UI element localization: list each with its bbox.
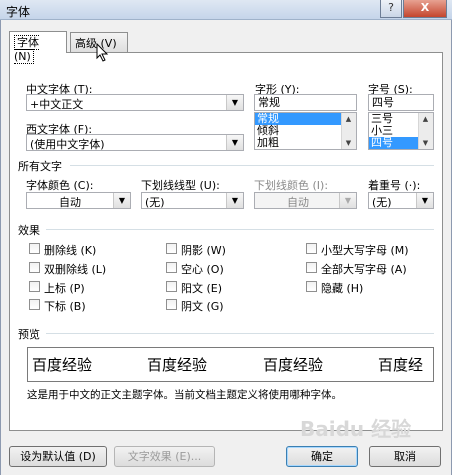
strikethrough-label[interactable]: 删除线 (K) — [44, 242, 96, 258]
close-button[interactable]: X — [403, 0, 447, 18]
preview-description: 这是用于中文的正文主题字体。当前文档主题定义将使用哪种字体。 — [27, 389, 342, 401]
chevron-down-icon[interactable]: ▼ — [226, 193, 243, 208]
scrollbar[interactable]: ▲ ▼ — [418, 113, 433, 149]
shadow-checkbox[interactable] — [166, 243, 177, 254]
font-size-list[interactable]: 三号 小三 四号 ▲ ▼ — [368, 112, 434, 150]
ok-button[interactable]: 确定 — [286, 446, 358, 467]
underline-style-combo[interactable]: (无) ▼ — [141, 192, 244, 209]
all-caps-label[interactable]: 全部大写字母 (A) — [321, 261, 407, 277]
outline-checkbox[interactable] — [166, 262, 177, 273]
mouse-cursor-icon — [96, 43, 109, 62]
emphasis-mark-value: (无) — [372, 196, 392, 209]
double-strikethrough-label[interactable]: 双删除线 (L) — [44, 261, 106, 277]
underline-color-label: 下划线颜色 (I): — [254, 179, 329, 192]
small-caps-checkbox[interactable] — [306, 243, 317, 254]
emboss-label[interactable]: 阳文 (E) — [181, 280, 222, 296]
preview-box: 百度经验 百度经验 百度经验 百度经 — [27, 347, 434, 382]
hidden-checkbox[interactable] — [306, 281, 317, 292]
font-size-input[interactable]: 四号 — [368, 94, 434, 111]
divider — [46, 229, 434, 230]
preview-sample: 百度经 — [378, 356, 424, 374]
cancel-button[interactable]: 取消 — [369, 446, 441, 467]
underline-style-value: (无) — [145, 196, 165, 209]
window-title: 字体 — [6, 5, 31, 19]
all-text-heading: 所有文字 — [18, 160, 62, 173]
watermark-logo: Baidu 经验 — [300, 417, 412, 441]
small-caps-label[interactable]: 小型大写字母 (M) — [321, 242, 409, 258]
hidden-label[interactable]: 隐藏 (H) — [321, 280, 363, 296]
superscript-label[interactable]: 上标 (P) — [44, 280, 85, 296]
strikethrough-checkbox[interactable] — [29, 243, 40, 254]
double-strikethrough-checkbox[interactable] — [29, 262, 40, 273]
superscript-checkbox[interactable] — [29, 281, 40, 292]
font-color-value: 自动 — [59, 196, 81, 209]
chevron-down-icon[interactable]: ▼ — [226, 95, 243, 110]
chevron-down-icon[interactable]: ▼ — [416, 193, 433, 208]
font-style-input[interactable]: 常规 — [254, 94, 357, 111]
scrollbar[interactable]: ▲ ▼ — [341, 113, 356, 149]
divider — [70, 165, 434, 166]
outline-label[interactable]: 空心 (O) — [181, 261, 224, 277]
set-default-button[interactable]: 设为默认值 (D) — [9, 446, 107, 467]
all-caps-checkbox[interactable] — [306, 262, 317, 273]
chevron-down-icon[interactable]: ▼ — [419, 137, 432, 149]
western-font-combo[interactable]: (使用中文字体) ▼ — [26, 134, 244, 151]
chevron-down-icon: ▼ — [339, 193, 356, 208]
help-button[interactable]: ? — [380, 0, 402, 18]
chevron-up-icon[interactable]: ▲ — [419, 113, 432, 125]
preview-sample: 百度经验 — [32, 356, 93, 374]
underline-color-value: 自动 — [287, 196, 309, 209]
tab-font[interactable]: 字体 (N) — [9, 31, 67, 64]
font-style-list[interactable]: 常规 倾斜 加粗 ▲ ▼ — [254, 112, 357, 150]
chinese-font-combo[interactable]: +中文正文 ▼ — [26, 94, 244, 111]
western-font-value: (使用中文字体) — [30, 138, 105, 151]
preview-sample: 百度经验 — [263, 356, 324, 374]
underline-style-label: 下划线线型 (U): — [141, 179, 220, 192]
emphasis-mark-combo[interactable]: (无) ▼ — [368, 192, 434, 209]
preview-sample: 百度经验 — [147, 356, 208, 374]
shadow-label[interactable]: 阴影 (W) — [181, 242, 226, 258]
chevron-down-icon[interactable]: ▼ — [113, 193, 130, 208]
divider — [46, 333, 434, 334]
font-color-combo[interactable]: 自动 ▼ — [26, 192, 131, 209]
preview-heading: 预览 — [18, 328, 40, 341]
subscript-checkbox[interactable] — [29, 299, 40, 310]
chevron-up-icon[interactable]: ▲ — [342, 113, 355, 125]
chevron-down-icon[interactable]: ▼ — [226, 135, 243, 150]
chinese-font-value: +中文正文 — [30, 98, 84, 111]
emphasis-mark-label: 着重号 (·): — [368, 179, 421, 192]
subscript-label[interactable]: 下标 (B) — [44, 298, 86, 314]
font-color-label: 字体颜色 (C): — [26, 179, 94, 192]
effects-heading: 效果 — [18, 224, 40, 237]
chevron-down-icon[interactable]: ▼ — [342, 137, 355, 149]
text-effects-button: 文字效果 (E)... — [114, 446, 215, 467]
emboss-checkbox[interactable] — [166, 281, 177, 292]
engrave-label[interactable]: 阴文 (G) — [181, 298, 224, 314]
underline-color-combo: 自动 ▼ — [254, 192, 357, 209]
engrave-checkbox[interactable] — [166, 299, 177, 310]
